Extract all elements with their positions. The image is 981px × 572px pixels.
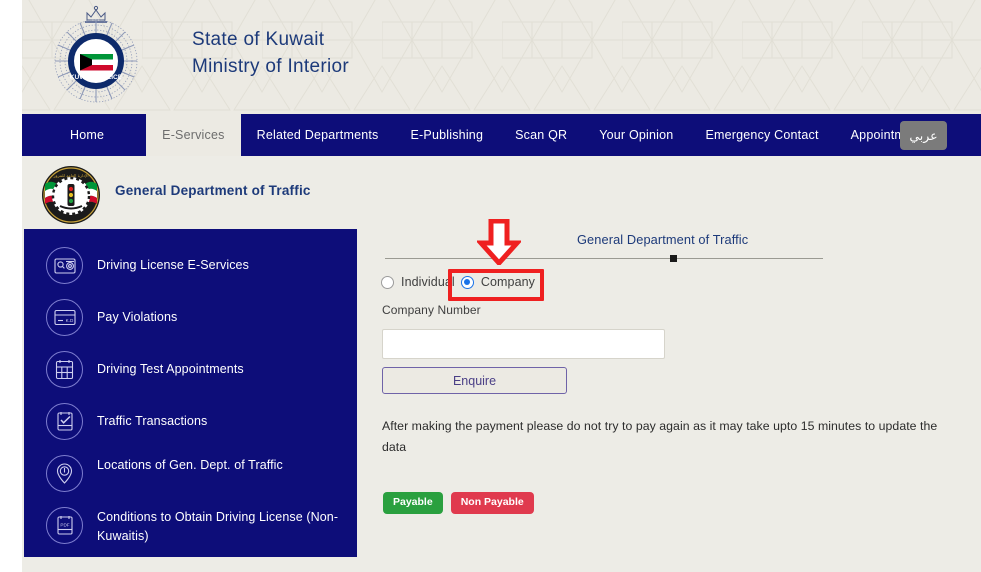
sidebar-item-pay-violations[interactable]: K.D Pay Violations bbox=[24, 299, 357, 336]
sidebar-item-traffic-transactions[interactable]: Traffic Transactions bbox=[24, 403, 357, 440]
sidebar-item-label: Locations of Gen. Dept. of Traffic bbox=[97, 458, 283, 472]
sidebar-item-driving-license-e-services[interactable]: Driving License E-Services bbox=[24, 247, 357, 284]
panel-heading: General Department of Traffic bbox=[577, 232, 749, 247]
services-sidebar: Driving License E-Services K.D Pay Viola… bbox=[24, 229, 357, 557]
radio-company-label: Company bbox=[480, 275, 536, 289]
page-root: وزارة الداخلية KUWAIT POLICE State of Ku… bbox=[0, 0, 981, 572]
kuwait-police-crest-icon: وزارة الداخلية KUWAIT POLICE bbox=[54, 5, 138, 103]
sidebar-item-label: Driving License E-Services bbox=[97, 258, 249, 272]
page-body: وزارة الداخلية KUWAIT POLICE State of Ku… bbox=[22, 0, 981, 572]
nav-item-home-label: Home bbox=[70, 128, 105, 142]
language-toggle-label: عربي bbox=[909, 129, 938, 143]
header-background-pattern bbox=[22, 0, 981, 114]
svg-text:وزارة الداخلية: وزارة الداخلية bbox=[81, 45, 112, 51]
nav-item-emergency-contact[interactable]: Emergency Contact bbox=[689, 114, 834, 156]
sidebar-item-driving-test-appointments[interactable]: Driving Test Appointments bbox=[24, 351, 357, 388]
account-type-radio-group: Individual Company bbox=[381, 275, 535, 289]
nav-item-e-services[interactable]: E-Services bbox=[146, 114, 241, 156]
nav-item-home[interactable]: Home bbox=[22, 114, 146, 156]
nav-item-emergency-contact-label: Emergency Contact bbox=[705, 128, 819, 142]
site-title-line2: Ministry of Interior bbox=[192, 56, 349, 77]
nav-item-your-opinion-label: Your Opinion bbox=[599, 128, 674, 142]
svg-text:PDF: PDF bbox=[60, 523, 69, 528]
company-number-label: Company Number bbox=[382, 303, 481, 317]
radio-company-mark[interactable] bbox=[460, 275, 474, 289]
sidebar-item-conditions-to-obtain-driving-license[interactable]: PDF Conditions to Obtain Driving License… bbox=[24, 507, 357, 546]
sidebar-item-label: Traffic Transactions bbox=[97, 414, 208, 428]
svg-text:K.D: K.D bbox=[65, 318, 73, 323]
nav-item-scan-qr[interactable]: Scan QR bbox=[499, 114, 583, 156]
document-check-icon bbox=[46, 403, 83, 440]
nav-item-related-departments-label: Related Departments bbox=[256, 128, 379, 142]
radio-option-individual[interactable]: Individual bbox=[381, 275, 455, 289]
radio-individual-label: Individual bbox=[401, 275, 455, 289]
pdf-document-icon: PDF bbox=[46, 507, 83, 544]
nav-item-your-opinion[interactable]: Your Opinion bbox=[583, 114, 689, 156]
nav-item-e-publishing[interactable]: E-Publishing bbox=[395, 114, 500, 156]
nav-item-e-publishing-label: E-Publishing bbox=[410, 128, 484, 142]
sidebar-item-locations-of-gen-dept-of-traffic[interactable]: Locations of Gen. Dept. of Traffic bbox=[24, 455, 357, 492]
nav-item-e-services-label: E-Services bbox=[162, 128, 225, 142]
panel-divider bbox=[385, 258, 823, 259]
payment-notice-text: After making the payment please do not t… bbox=[382, 419, 938, 454]
sidebar-item-label: Pay Violations bbox=[97, 310, 178, 324]
sidebar-item-label: Conditions to Obtain Driving License (No… bbox=[97, 510, 339, 543]
site-header: وزارة الداخلية KUWAIT POLICE State of Ku… bbox=[22, 0, 981, 114]
enquire-button[interactable]: Enquire bbox=[382, 367, 567, 394]
nav-item-scan-qr-label: Scan QR bbox=[515, 128, 568, 142]
payment-card-kd-icon: K.D bbox=[46, 299, 83, 336]
radio-option-company[interactable]: Company bbox=[460, 275, 536, 289]
traffic-department-emblem-icon: الإدارة العامة للمرور bbox=[42, 166, 100, 224]
department-strip: الإدارة العامة للمرور General Department… bbox=[22, 156, 981, 230]
status-legend: Payable Non Payable bbox=[383, 492, 534, 514]
license-search-icon bbox=[46, 247, 83, 284]
panel-divider-marker bbox=[670, 255, 677, 262]
status-badge-payable[interactable]: Payable bbox=[383, 492, 443, 514]
status-badge-non-payable[interactable]: Non Payable bbox=[450, 492, 534, 514]
nav-item-related-departments[interactable]: Related Departments bbox=[241, 114, 395, 156]
language-toggle-button[interactable]: عربي bbox=[900, 121, 947, 150]
main-content: General Department of Traffic Individual… bbox=[377, 229, 977, 559]
calendar-icon bbox=[46, 351, 83, 388]
company-number-input[interactable] bbox=[382, 329, 665, 359]
main-navigation: Home E-Services Related Departments E-Pu… bbox=[22, 114, 981, 156]
map-pin-icon bbox=[46, 455, 83, 492]
site-title: State of Kuwait Ministry of Interior bbox=[192, 26, 349, 80]
svg-text:KUWAIT POLICE: KUWAIT POLICE bbox=[70, 74, 123, 81]
sidebar-item-label: Driving Test Appointments bbox=[97, 362, 244, 376]
radio-individual-mark[interactable] bbox=[381, 275, 394, 289]
department-name: General Department of Traffic bbox=[115, 183, 311, 198]
nav-item-list: Home E-Services Related Departments E-Pu… bbox=[22, 114, 945, 156]
site-title-line1: State of Kuwait bbox=[192, 29, 325, 50]
